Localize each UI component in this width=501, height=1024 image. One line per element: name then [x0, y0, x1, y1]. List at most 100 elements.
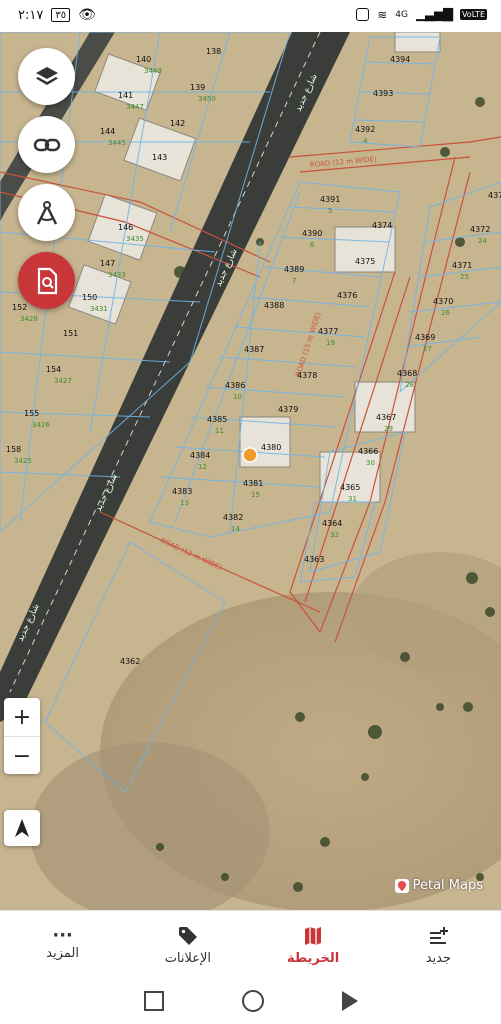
nav-more[interactable]: ··· المزيد [0, 911, 125, 979]
north-button[interactable] [4, 810, 40, 846]
plot-sub-number: 26 [441, 309, 450, 317]
plot-number[interactable]: 141 [118, 91, 133, 100]
plot-number[interactable]: 4368 [397, 369, 417, 378]
nav-new-label: جديد [425, 950, 452, 966]
zoom-out-button[interactable]: − [4, 737, 40, 775]
nav-ads-label: الإعلانات [164, 950, 212, 966]
plot-number[interactable]: 152 [12, 303, 27, 312]
map-icon [305, 926, 322, 945]
plot-sub-number: 3435 [126, 235, 144, 243]
plot-number[interactable]: 4376 [337, 291, 357, 300]
plot-sub-number: 3425 [14, 457, 32, 465]
plot-number[interactable]: 4363 [304, 555, 324, 564]
plot-number[interactable]: 151 [63, 329, 78, 338]
plot-sub-number: 3433 [108, 271, 126, 279]
link-button[interactable] [18, 116, 75, 173]
recents-button[interactable] [143, 991, 164, 1011]
plot-number[interactable]: 4366 [358, 447, 378, 456]
plot-number[interactable]: 4369 [415, 333, 435, 342]
volte-badge: VoLTE [459, 9, 487, 20]
plot-sub-number: 3449 [144, 67, 162, 75]
plot-number[interactable]: 147 [100, 259, 115, 268]
plot-sub-number: 10 [233, 393, 242, 401]
plot-sub-number: 3426 [32, 421, 50, 429]
add-list-icon [430, 926, 449, 944]
plot-number[interactable]: 138 [206, 47, 221, 56]
plot-sub-number: 12 [198, 463, 207, 471]
layers-button[interactable] [18, 48, 75, 105]
plot-number[interactable]: 4382 [223, 513, 243, 522]
plot-sub-number: 3445 [108, 139, 126, 147]
plot-sub-number: 30 [366, 459, 375, 467]
plot-sub-number: 11 [215, 427, 224, 435]
nav-map-label: الخريطة [287, 950, 340, 966]
plot-number[interactable]: 4394 [390, 55, 410, 64]
plot-sub-number: 32 [330, 531, 339, 539]
plot-number[interactable]: 4388 [264, 301, 284, 310]
plot-number[interactable]: 4383 [172, 487, 192, 496]
plot-number[interactable]: 154 [46, 365, 61, 374]
navigation-arrow-icon [15, 819, 29, 837]
plot-number[interactable]: 140 [136, 55, 151, 64]
plot-sub-number: 27 [423, 345, 432, 353]
plot-number[interactable]: 4374 [372, 221, 392, 230]
plot-number[interactable]: 146 [118, 223, 133, 232]
plot-number[interactable]: 4385 [207, 415, 227, 424]
plot-number[interactable]: 4380 [261, 443, 281, 452]
plot-number[interactable]: 4378 [297, 371, 317, 380]
plot-number[interactable]: 139 [190, 83, 205, 92]
measure-button[interactable] [18, 184, 75, 241]
plot-number[interactable]: 4364 [322, 519, 342, 528]
plot-sub-number: 4 [363, 137, 368, 145]
search-document-icon [37, 267, 57, 294]
location-pin-icon[interactable] [242, 447, 258, 463]
instagram-icon [356, 8, 370, 21]
brand-name: Petal Maps [412, 878, 483, 893]
nav-new[interactable]: جديد [376, 911, 501, 979]
plot-sub-number: 29 [384, 425, 393, 433]
satellite-map[interactable]: ROAD (12 m WIDE) ROAD (15 m WIDE) ROAD (… [0, 32, 501, 910]
zoom-control: + − [4, 698, 40, 774]
network-type: 4G [395, 9, 408, 20]
plot-number[interactable]: 4381 [243, 479, 263, 488]
home-button[interactable] [241, 990, 264, 1012]
plot-number[interactable]: 4389 [284, 265, 304, 274]
plot-number[interactable]: 4384 [190, 451, 210, 460]
plot-number[interactable]: 4371 [452, 261, 472, 270]
plot-number[interactable]: 4386 [225, 381, 245, 390]
plot-number[interactable]: 4362 [120, 657, 140, 666]
plot-number[interactable]: 4390 [302, 229, 322, 238]
zoom-in-button[interactable]: + [4, 698, 40, 737]
nav-map[interactable]: الخريطة [251, 911, 376, 979]
plot-sub-number: 3427 [54, 377, 72, 385]
plot-number[interactable]: 4379 [278, 405, 298, 414]
plot-sub-number: 15 [251, 491, 260, 499]
plot-number[interactable]: 4392 [355, 125, 375, 134]
plot-number[interactable]: 4365 [340, 483, 360, 492]
wifi-icon: ≋ [377, 7, 388, 22]
plot-number[interactable]: 155 [24, 409, 39, 418]
map-view[interactable]: ROAD (12 m WIDE) ROAD (15 m WIDE) ROAD (… [0, 32, 501, 910]
plot-number[interactable]: 142 [170, 119, 185, 128]
plot-number[interactable]: 144 [100, 127, 115, 136]
search-plot-button[interactable] [18, 252, 75, 309]
plot-number[interactable]: 4377 [318, 327, 338, 336]
plot-number[interactable]: 143 [152, 153, 167, 162]
plot-number[interactable]: 158 [6, 445, 21, 454]
nav-ads[interactable]: الإعلانات [125, 911, 250, 979]
plot-number[interactable]: 4375 [355, 257, 375, 266]
plot-number[interactable]: 4391 [320, 195, 340, 204]
plot-number[interactable]: 4387 [244, 345, 264, 354]
plot-number[interactable]: 4370 [433, 297, 453, 306]
back-button[interactable] [341, 991, 358, 1011]
plot-number[interactable]: 150 [82, 293, 97, 302]
battery-level: ٣٥ [55, 9, 67, 21]
plot-number[interactable]: 4393 [373, 89, 393, 98]
plot-sub-number: 28 [405, 381, 414, 389]
plot-number[interactable]: 4372 [470, 225, 490, 234]
plot-number[interactable]: 4373 [488, 191, 501, 200]
plot-sub-number: 5 [328, 207, 332, 215]
layers-icon [35, 66, 58, 85]
link-icon [33, 138, 60, 151]
plot-number[interactable]: 4367 [376, 413, 396, 422]
